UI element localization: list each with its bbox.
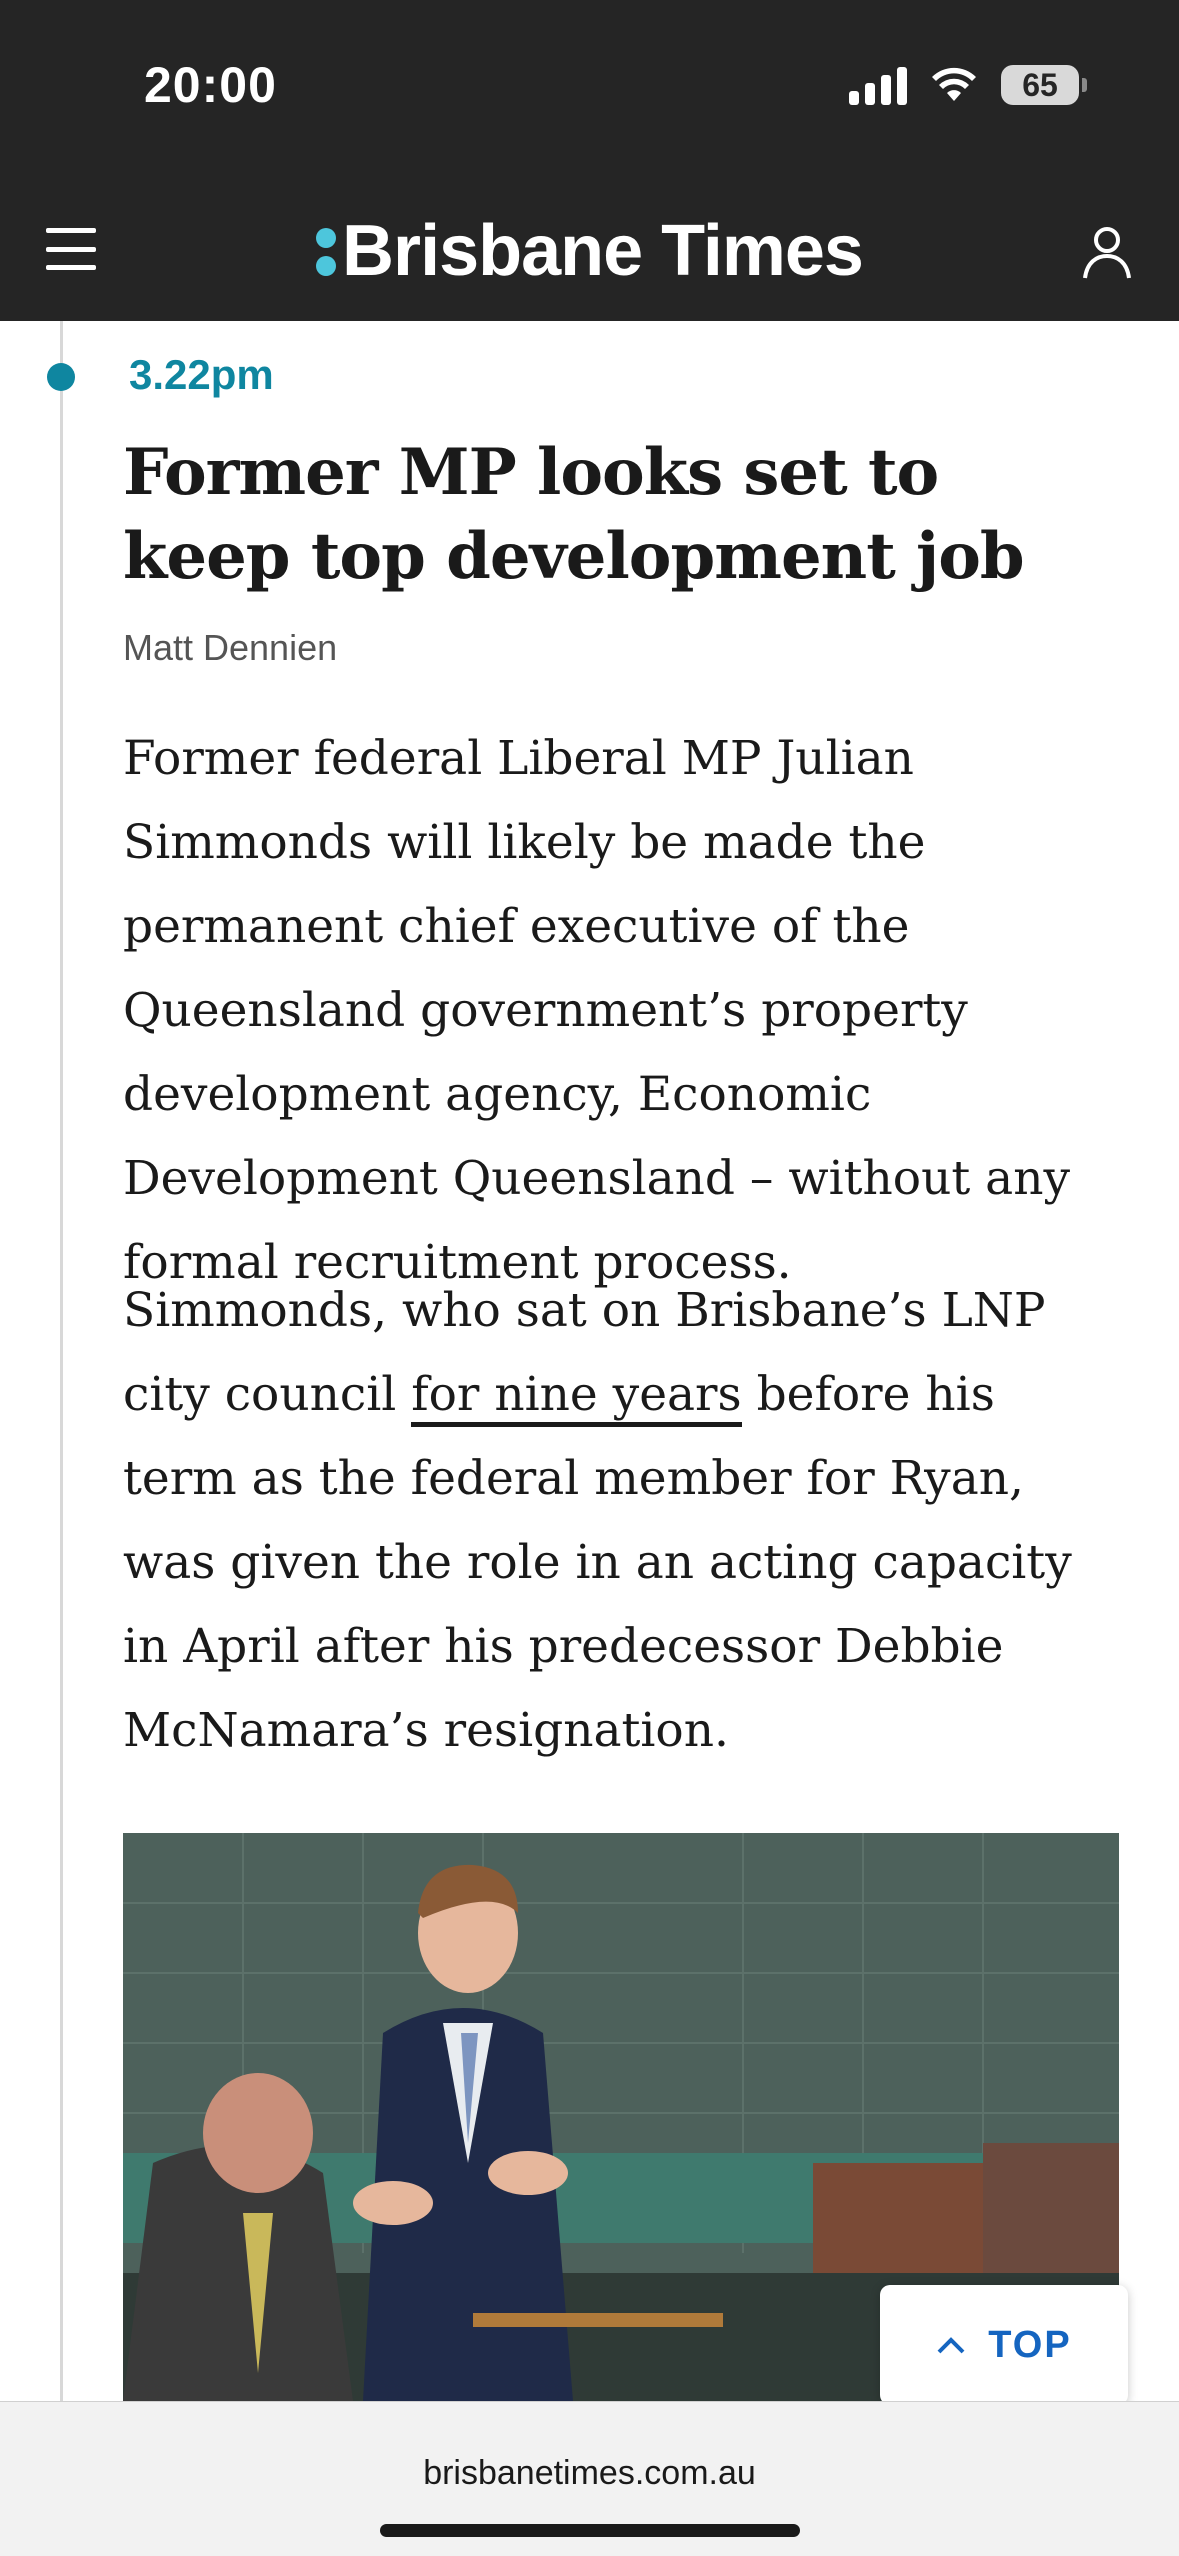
inline-link[interactable]: for nine years — [411, 1367, 742, 1427]
status-time: 20:00 — [144, 57, 277, 113]
site-logo[interactable]: Brisbane Times — [0, 210, 1179, 292]
post-author[interactable]: Matt Dennien — [123, 627, 337, 669]
post-title: Former MP looks set to keep top developm… — [123, 435, 1025, 594]
logo-dots-icon — [316, 227, 337, 276]
back-to-top-label: TOP — [988, 2323, 1072, 2366]
battery-level: 65 — [1022, 66, 1058, 103]
status-bar: 20:00 65 — [0, 0, 1179, 180]
site-name: Brisbane Times — [342, 211, 864, 291]
post-paragraph: Former federal Liberal MP Julian Simmond… — [123, 731, 1071, 1290]
browser-address-bar[interactable]: brisbanetimes.com.au — [0, 2401, 1179, 2556]
wifi-icon — [932, 67, 976, 101]
post-timestamp: 3.22pm — [129, 351, 274, 398]
back-to-top-button[interactable]: TOP — [880, 2285, 1128, 2405]
user-account-icon[interactable] — [1081, 224, 1133, 280]
chevron-up-icon — [937, 2337, 965, 2354]
timeline-line — [60, 321, 63, 2401]
cellular-signal-icon — [849, 65, 907, 105]
home-indicator[interactable] — [380, 2524, 800, 2537]
post-paragraph: Simmonds, who sat on Brisbane’s LNP city… — [123, 1269, 1119, 1773]
site-header: Brisbane Times — [0, 180, 1179, 321]
battery-icon: 65 — [1001, 65, 1087, 105]
timeline-dot — [47, 363, 75, 391]
status-icons: 65 — [849, 60, 1087, 110]
url-text[interactable]: brisbanetimes.com.au — [0, 2454, 1179, 2493]
